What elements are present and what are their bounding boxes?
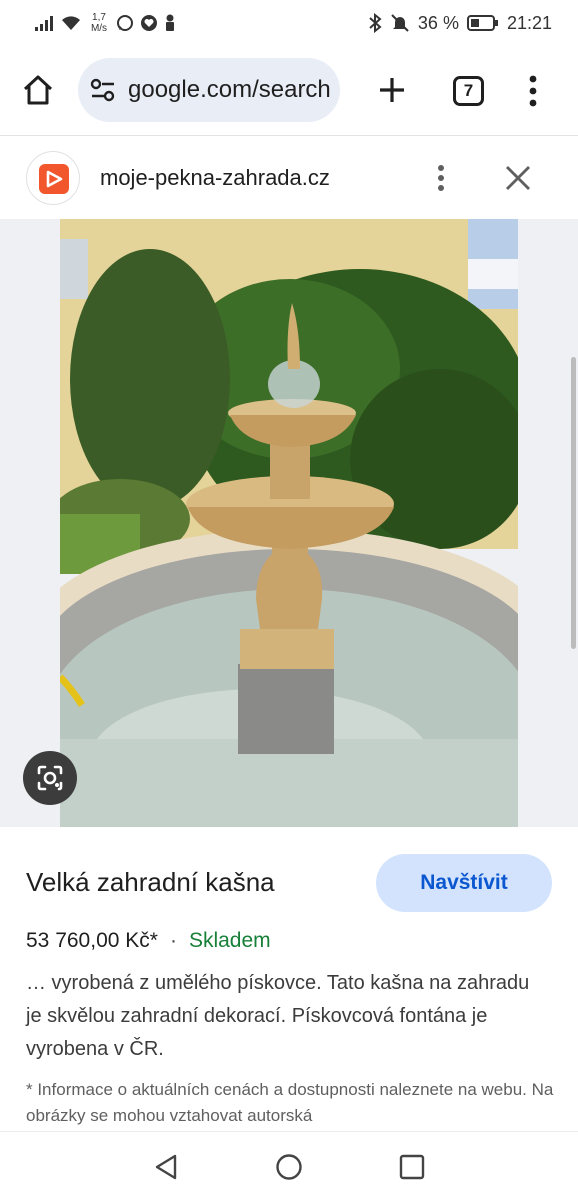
- bluetooth-icon: [369, 13, 382, 33]
- battery-percent: 36 %: [417, 12, 459, 33]
- status-bar: 1,7 M/s 36 % 21:21: [0, 0, 578, 46]
- product-details: Velká zahradní kašna Navštívit 53 760,00…: [0, 827, 578, 1131]
- clock: 21:21: [506, 12, 552, 33]
- availability-badge: Skladem: [188, 929, 271, 952]
- battery-icon: [466, 15, 498, 31]
- product-description: … vyrobená z umělého pískovce. Tato kašn…: [26, 972, 530, 1060]
- site-header: moje-pekna-zahrada.cz: [0, 137, 578, 219]
- visit-button[interactable]: Navštívit: [376, 854, 552, 912]
- more-vert-icon[interactable]: [430, 161, 452, 195]
- net-speed-value: 1,7: [92, 12, 106, 23]
- whatsapp-icon: [117, 15, 133, 31]
- product-photo[interactable]: [60, 219, 518, 827]
- heart-icon: [141, 15, 157, 31]
- close-icon[interactable]: [500, 163, 536, 193]
- logo-mark-icon: [46, 170, 63, 188]
- circle-home-icon[interactable]: [275, 1153, 303, 1181]
- price-row: 53 760,00 Kč* · Skladem: [26, 929, 271, 953]
- product-title: Velká zahradní kašna: [26, 867, 275, 897]
- url-text[interactable]: google.com/search: [128, 76, 330, 104]
- net-speed: 1,7 M/s: [88, 12, 110, 34]
- site-logo: [26, 151, 80, 205]
- square-recent-icon[interactable]: [399, 1154, 425, 1180]
- separator-dot: ·: [169, 929, 177, 952]
- signal-icon: [35, 16, 53, 31]
- tabs-icon[interactable]: 7: [453, 76, 484, 106]
- plus-icon[interactable]: [376, 74, 408, 106]
- copyright-note: * Informace o aktuálních cenách a dostup…: [26, 1080, 554, 1125]
- mute-icon: [391, 14, 409, 32]
- net-speed-unit: M/s: [90, 23, 108, 34]
- image-viewer: [0, 219, 578, 827]
- system-nav-bar: [0, 1131, 578, 1200]
- lens-icon: [37, 765, 63, 791]
- price: 53 760,00 Kč*: [26, 929, 158, 952]
- wifi-icon: [62, 16, 80, 30]
- more-vert-icon[interactable]: [522, 74, 544, 108]
- site-name: moje-pekna-zahrada.cz: [100, 165, 330, 190]
- pawn-icon: [166, 14, 174, 31]
- back-icon[interactable]: [152, 1152, 180, 1182]
- tune-icon[interactable]: [90, 78, 116, 102]
- logo-tile: [39, 164, 69, 194]
- scrollbar[interactable]: [571, 357, 576, 649]
- address-bar[interactable]: google.com/search: [78, 58, 340, 122]
- browser-toolbar: google.com/search 7: [0, 46, 578, 136]
- google-lens-button[interactable]: [23, 751, 77, 805]
- home-icon[interactable]: [20, 72, 56, 108]
